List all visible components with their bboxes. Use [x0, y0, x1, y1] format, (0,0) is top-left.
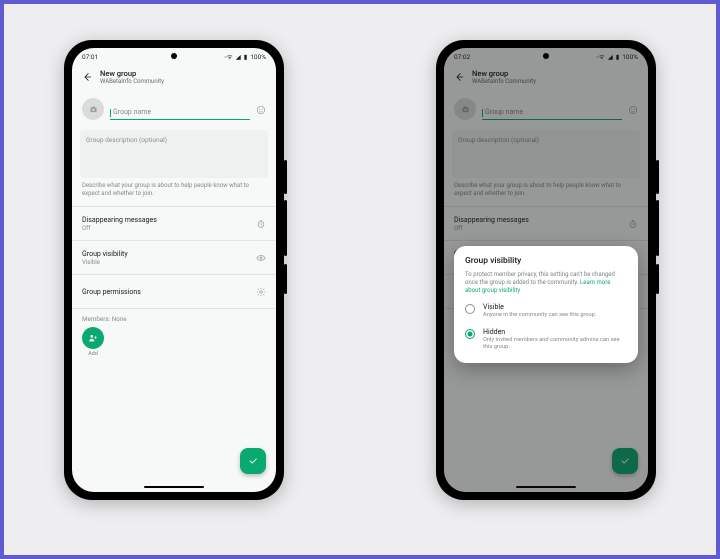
battery-icon: ▮: [244, 53, 248, 61]
dialog-title: Group visibility: [465, 256, 627, 266]
dialog-description: To protect member privacy, this setting …: [465, 271, 627, 295]
group-permissions-row[interactable]: Group permissions: [72, 275, 276, 308]
page-subtitle: WABetaInfo Community: [100, 78, 164, 85]
page-title: New group: [100, 69, 164, 78]
visibility-option-visible[interactable]: Visible Anyone in the community can see …: [465, 303, 627, 319]
group-visibility-row[interactable]: Group visibility Visible: [72, 241, 276, 274]
disappearing-messages-row[interactable]: Disappearing messages Off: [72, 207, 276, 240]
group-name-input[interactable]: Group name: [110, 99, 250, 120]
signal-icon: ◢: [236, 53, 241, 61]
disappearing-label: Disappearing messages: [82, 216, 157, 224]
gear-icon: [256, 282, 266, 301]
members-label: Members: None: [72, 309, 276, 327]
group-photo-button[interactable]: [82, 98, 104, 120]
radio-selected-icon: [465, 329, 475, 339]
timer-icon: [256, 214, 266, 233]
visibility-label: Group visibility: [82, 250, 128, 258]
group-name-placeholder: Group name: [110, 108, 151, 116]
emoji-icon[interactable]: [256, 100, 266, 119]
description-placeholder: Group description (optional): [86, 136, 167, 144]
add-member-label: Add: [82, 351, 104, 357]
clock: 07:01: [82, 53, 98, 61]
nav-handle: [144, 486, 204, 489]
back-arrow-icon[interactable]: [82, 67, 92, 86]
visibility-value: Visible: [82, 259, 128, 266]
description-hint: Describe what your group is about to hel…: [72, 178, 276, 206]
wifi-icon: ◦ᯤ: [224, 52, 232, 61]
disappearing-value: Off: [82, 225, 157, 232]
add-member-button[interactable]: [82, 327, 104, 349]
eye-icon: [256, 248, 266, 267]
visibility-option-hidden[interactable]: Hidden Only invited members and communit…: [465, 328, 627, 352]
group-description-input[interactable]: Group description (optional): [80, 130, 268, 178]
battery-label: 100%: [250, 53, 266, 61]
radio-unselected-icon: [465, 304, 475, 314]
permissions-label: Group permissions: [82, 288, 141, 296]
group-visibility-dialog: Group visibility To protect member priva…: [454, 246, 638, 363]
confirm-fab[interactable]: [240, 448, 266, 474]
app-header: New group WABetaInfo Community: [72, 63, 276, 92]
